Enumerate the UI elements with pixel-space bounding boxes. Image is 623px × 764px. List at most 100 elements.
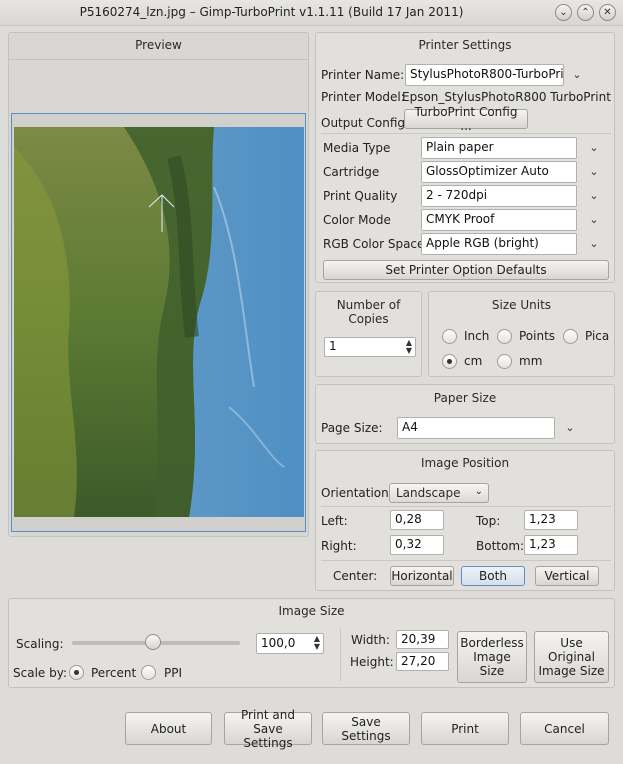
image-size-panel: Image Size Scaling: 100,0 ▲ ▼ Scale by: P… (8, 598, 615, 688)
preview-panel: Preview (8, 32, 309, 537)
divider (340, 629, 341, 681)
photo-preview[interactable] (14, 127, 304, 517)
page-size-label: Page Size: (321, 421, 383, 435)
paper-size-title: Paper Size (433, 391, 497, 405)
height-field[interactable]: 27,20 (396, 652, 449, 671)
radio-inch[interactable] (442, 329, 457, 344)
image-size-title: Image Size (278, 604, 345, 618)
title-bar: P5160274_lzn.jpg – Gimp-TurboPrint v1.1.… (0, 0, 623, 26)
right-field[interactable]: 0,32 (390, 535, 444, 555)
set-printer-option-defaults-button[interactable]: Set Printer Option Defaults (323, 260, 609, 280)
paper-size-panel: Paper Size Page Size: A4 ⌄ (315, 384, 615, 444)
printer-model-value: Epson_StylusPhotoR800 TurboPrint (402, 90, 611, 104)
scaling-value: 100,0 (261, 636, 296, 650)
divider (321, 560, 611, 561)
scaling-label: Scaling: (16, 637, 64, 651)
radio-percent-label: Percent (91, 666, 137, 680)
about-button[interactable]: About (125, 712, 212, 745)
radio-ppi-label: PPI (164, 666, 183, 680)
divider (321, 133, 611, 134)
chevron-down-icon: ⌄ (474, 486, 483, 497)
left-label: Left: (321, 514, 348, 528)
top-field[interactable]: 1,23 (524, 510, 578, 530)
chevron-down-icon[interactable]: ⌄ (588, 214, 600, 226)
radio-cm[interactable] (442, 354, 457, 369)
rgb-color-space-field[interactable]: Apple RGB (bright) (421, 233, 577, 255)
minimize-icon[interactable]: ⌄ (555, 4, 572, 21)
scaling-spinbox[interactable]: 100,0 ▲ ▼ (256, 633, 324, 654)
print-button[interactable]: Print (421, 712, 509, 745)
cancel-button[interactable]: Cancel (520, 712, 609, 745)
printer-settings-panel: Printer Settings Printer Name: StylusPho… (315, 32, 615, 283)
spin-arrows-icon[interactable]: ▲ ▼ (314, 635, 320, 651)
radio-pica[interactable] (563, 329, 578, 344)
page-frame (11, 113, 306, 532)
center-horizontal-button[interactable]: Horizontal (390, 566, 454, 586)
width-label: Width: (351, 633, 390, 647)
print-and-save-settings-button[interactable]: Print and Save Settings (224, 708, 312, 750)
copies-value: 1 (329, 339, 337, 353)
save-settings-button[interactable]: Save Settings (322, 712, 410, 745)
copies-title: Number of Copies (336, 298, 401, 326)
radio-points[interactable] (497, 329, 512, 344)
print-quality-field[interactable]: 2 - 720dpi (421, 185, 577, 207)
print-quality-label: Print Quality (323, 189, 398, 203)
bottom-label: Bottom: (476, 539, 525, 553)
page-size-field[interactable]: A4 (397, 417, 555, 439)
width-field[interactable]: 20,39 (396, 630, 449, 649)
image-position-panel: Image Position Orientation: Landscape ⌄ … (315, 450, 615, 591)
radio-ppi[interactable] (141, 665, 156, 680)
chevron-down-icon[interactable]: ⌄ (588, 238, 600, 250)
borderless-image-size-button[interactable]: Borderless Image Size (457, 631, 527, 683)
orientation-label: Orientation: (321, 486, 393, 500)
left-field[interactable]: 0,28 (390, 510, 444, 530)
orientation-combo[interactable]: Landscape ⌄ (389, 483, 489, 503)
scaling-slider-thumb[interactable] (144, 634, 161, 650)
radio-points-label: Points (519, 329, 556, 343)
radio-inch-label: Inch (464, 329, 490, 343)
printer-settings-title: Printer Settings (418, 38, 512, 52)
right-label: Right: (321, 539, 357, 553)
preview-title: Preview (135, 38, 182, 52)
size-units-panel: Size Units Inch Points Pica cm mm (428, 291, 615, 377)
color-mode-field[interactable]: CMYK Proof (421, 209, 577, 231)
chevron-down-icon[interactable]: ⌄ (564, 422, 576, 434)
maximize-icon[interactable]: ⌃ (577, 4, 594, 21)
color-mode-label: Color Mode (323, 213, 391, 227)
media-type-label: Media Type (323, 141, 391, 155)
rgb-color-space-label: RGB Color Space (323, 237, 425, 251)
image-position-title: Image Position (420, 456, 510, 470)
cartridge-field[interactable]: GlossOptimizer Auto (421, 161, 577, 183)
radio-mm[interactable] (497, 354, 512, 369)
preview-divider (9, 59, 308, 60)
height-label: Height: (350, 655, 394, 669)
scale-by-label: Scale by: (13, 666, 67, 680)
copies-spinbox[interactable]: 1 ▲ ▼ (324, 337, 416, 357)
chevron-down-icon[interactable]: ⌄ (588, 142, 600, 154)
media-type-field[interactable]: Plain paper (421, 137, 577, 159)
spin-arrows-icon[interactable]: ▲ ▼ (406, 339, 412, 355)
top-label: Top: (476, 514, 501, 528)
output-config-label: Output Config: (321, 116, 410, 130)
radio-mm-label: mm (519, 354, 543, 368)
chevron-down-icon[interactable]: ⌄ (588, 190, 600, 202)
printer-name-field[interactable]: StylusPhotoR800-TurboPrint (405, 64, 564, 86)
radio-pica-label: Pica (585, 329, 610, 343)
close-icon[interactable]: ✕ (599, 4, 616, 21)
divider (321, 506, 611, 507)
center-label: Center: (333, 569, 378, 583)
cartridge-label: Cartridge (323, 165, 380, 179)
use-original-image-size-button[interactable]: Use Original Image Size (534, 631, 609, 683)
radio-cm-label: cm (464, 354, 483, 368)
center-both-button[interactable]: Both (461, 566, 525, 586)
chevron-down-icon[interactable]: ⌄ (588, 166, 600, 178)
orientation-value: Landscape (396, 486, 461, 500)
printer-model-label: Printer Model: (321, 90, 405, 104)
turboprint-config-button[interactable]: TurboPrint Config ... (404, 105, 528, 133)
chevron-down-icon[interactable]: ⌄ (571, 69, 583, 81)
center-vertical-button[interactable]: Vertical (535, 566, 599, 586)
bottom-field[interactable]: 1,23 (524, 535, 578, 555)
printer-name-label: Printer Name: (321, 68, 405, 82)
size-units-title: Size Units (491, 298, 552, 312)
radio-percent[interactable] (69, 665, 84, 680)
